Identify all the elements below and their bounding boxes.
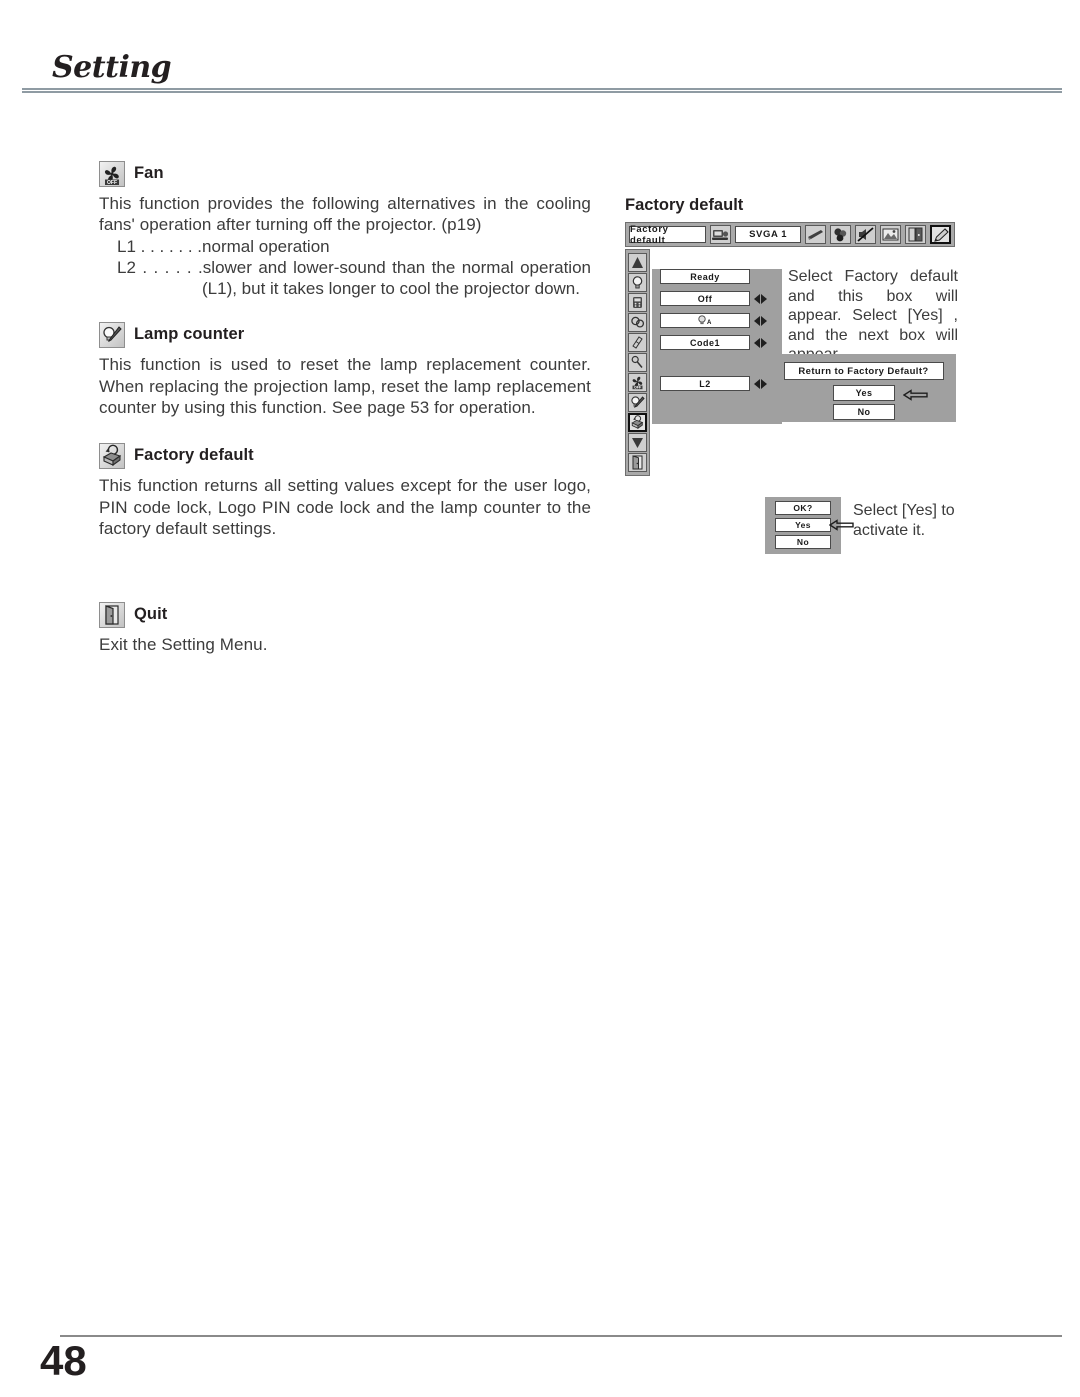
osd-value-code1[interactable]: Code1 [660, 335, 750, 350]
fan-off-icon: OFF [99, 161, 125, 187]
osd-row-power-management: Off [660, 291, 782, 306]
osd-value-l2[interactable]: L2 [660, 376, 750, 391]
section-fan-title: Fan [134, 164, 164, 182]
section-lamp-counter-paragraph: This function is used to reset the lamp … [99, 355, 591, 418]
osd-settings-panel: Ready Off A Code1 L2 [652, 269, 782, 424]
section-lamp-counter: Lamp counter This function is used to re… [99, 321, 591, 418]
section-quit: Quit Exit the Setting Menu. [99, 601, 591, 655]
osd-arrows-code[interactable] [754, 337, 767, 348]
osd-sidebar: OFF [625, 249, 650, 476]
section-fan-heading: OFF Fan [99, 160, 591, 187]
osd-note-secondary: Select [Yes] to activate it. [853, 502, 955, 539]
sound-mute-icon[interactable] [855, 225, 876, 244]
fan-option-l2-text: slower and lower-sound than the normal o… [202, 257, 591, 299]
section-quit-paragraph: Exit the Setting Menu. [99, 635, 268, 655]
section-quit-title: Quit [134, 605, 168, 624]
dialog1-yes-button[interactable]: Yes [833, 385, 895, 401]
section-fan-paragraph: This function provides the following alt… [99, 194, 591, 235]
osd-row-remote-control: Code1 [660, 335, 782, 350]
left-arrow-cursor-icon [828, 518, 855, 531]
osd-menu-bar: Factory default SVGA 1 [625, 222, 955, 247]
pc-adjust-icon[interactable] [905, 225, 926, 244]
osd-note-primary: Select Factory default and this box will… [788, 268, 958, 363]
footer-divider [60, 1335, 1062, 1337]
osd-menu-name: Factory default [629, 224, 707, 246]
svg-text:A: A [707, 320, 712, 326]
svg-text:OFF: OFF [634, 386, 641, 390]
image-icon[interactable] [880, 225, 901, 244]
header-divider [22, 88, 1062, 93]
dialog2-yes-button[interactable]: Yes [775, 518, 831, 532]
osd-caption: Factory default [625, 196, 744, 214]
osd-value-off[interactable]: Off [660, 291, 750, 306]
osd-source-value: SVGA 1 [735, 226, 801, 243]
fan-off-icon[interactable]: OFF [628, 373, 647, 392]
page-number: 48 [40, 1337, 87, 1384]
section-lamp-counter-title: Lamp counter [134, 325, 245, 344]
dialog2-no-button[interactable]: No [775, 535, 831, 549]
eraser-icon[interactable] [628, 333, 647, 352]
pointer-icon[interactable] [628, 353, 647, 372]
dialog1-no-button[interactable]: No [833, 404, 895, 420]
osd-row-standby: Ready [660, 269, 782, 284]
svg-text:OFF: OFF [107, 180, 117, 186]
osd-arrows-fan[interactable] [754, 378, 767, 389]
fan-option-l2-label: L2 . . . . . . [117, 257, 203, 277]
factory-default-icon [99, 443, 125, 470]
section-lamp-counter-heading: Lamp counter [99, 321, 591, 349]
section-fan: OFF Fan This function provides the follo… [99, 160, 591, 299]
quit-door-icon[interactable] [628, 453, 647, 472]
ok-confirm-dialog: OK? Yes No [765, 497, 854, 554]
osd-body: OFF Ready Off A Code1 L2 Select Factory … [625, 249, 958, 554]
remote-control-icon[interactable] [628, 293, 647, 312]
computer-source-icon[interactable] [710, 225, 732, 244]
osd-illustration: Factory default Factory default SVGA 1 O… [625, 196, 985, 554]
lamp-mode-icon[interactable] [628, 273, 647, 292]
section-factory-default: Factory default This function returns al… [99, 442, 591, 539]
dialog1-title: Return to Factory Default? [783, 362, 944, 380]
osd-value-ready[interactable]: Ready [660, 269, 750, 284]
left-arrow-cursor-icon [902, 388, 929, 401]
osd-arrows-off[interactable] [754, 293, 767, 304]
osd-row-lamp-control: A [660, 313, 782, 328]
fan-option-l1-label: L1 . . . . . . . [117, 236, 203, 256]
factory-default-icon[interactable] [628, 413, 647, 432]
osd-value-lamp-a[interactable]: A [660, 313, 750, 328]
color-adjust-icon[interactable] [830, 225, 851, 244]
fan-option-l2: L2 . . . . . .slower and lower-sound tha… [99, 257, 591, 300]
fan-option-l1: L1 . . . . . . .normal operation [99, 236, 591, 257]
return-to-factory-default-dialog: Return to Factory Default? Yes No [771, 354, 956, 422]
lamp-a-icon: A [696, 314, 714, 328]
keystone-icon[interactable] [628, 253, 647, 272]
quit-door-icon [99, 602, 125, 629]
section-quit-heading: Quit [99, 601, 591, 629]
fan-option-l1-text: normal operation [202, 236, 330, 256]
dialog1-buttons: Yes No [833, 385, 956, 420]
standby-icon[interactable] [628, 313, 647, 332]
lamp-counter-icon [99, 322, 125, 349]
left-content-column: OFF Fan This function provides the follo… [99, 160, 591, 656]
dialog2-title: OK? [775, 501, 831, 515]
page-title: Setting [52, 50, 172, 85]
section-factory-default-heading: Factory default [99, 442, 591, 470]
down-arrow-icon[interactable] [628, 433, 647, 452]
screen-icon[interactable] [805, 225, 826, 244]
osd-row-fan: L2 [660, 376, 782, 391]
section-factory-default-paragraph: This function returns all setting values… [99, 476, 591, 538]
lamp-counter-icon[interactable] [628, 393, 647, 412]
setting-pencil-icon[interactable] [930, 225, 951, 244]
section-factory-default-title: Factory default [134, 446, 254, 465]
osd-arrows-lamp[interactable] [754, 315, 767, 326]
